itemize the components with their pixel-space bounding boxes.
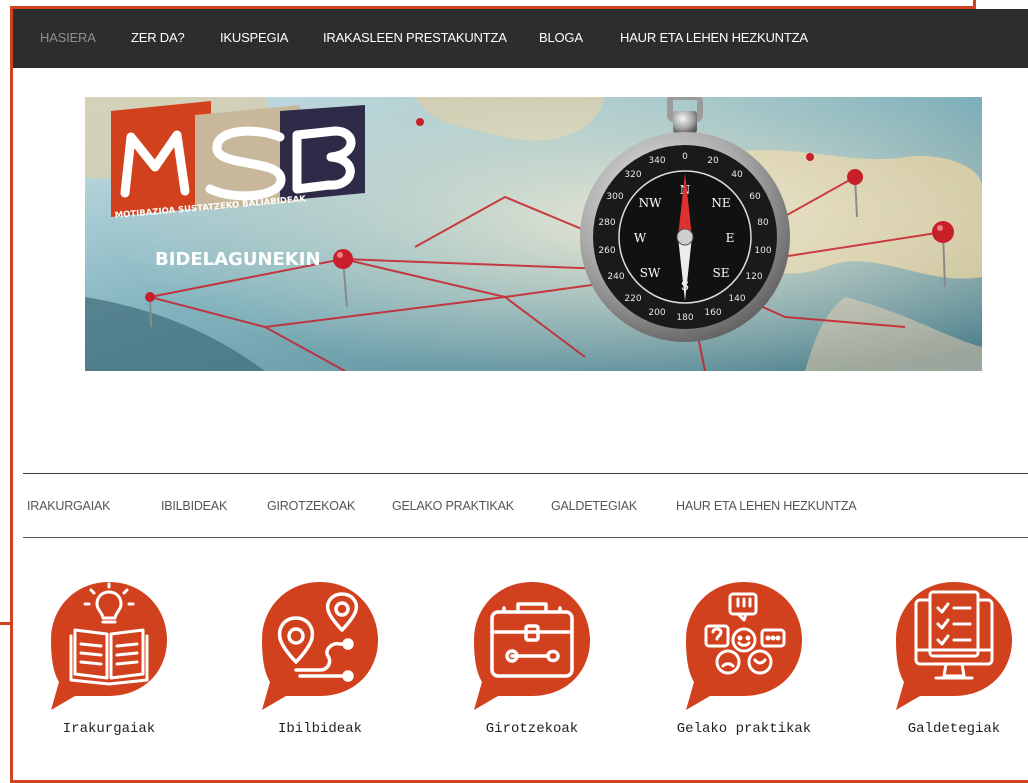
tile-label: Girotzekoak	[485, 721, 579, 737]
route-pins-icon	[262, 582, 378, 710]
svg-text:240: 240	[607, 272, 624, 282]
subnav-top-divider	[23, 473, 1028, 474]
tile-label: Ibilbideak	[277, 721, 362, 737]
subnav-gelako-praktikak[interactable]: GELAKO PRAKTIKAK	[392, 499, 514, 513]
nav-ikuspegia[interactable]: IKUSPEGIA	[220, 30, 288, 45]
svg-text:340: 340	[648, 156, 665, 166]
tile-label: Gelako praktikak	[676, 721, 812, 737]
frame-left-stub	[0, 622, 13, 625]
svg-text:40: 40	[731, 170, 743, 180]
svg-text:60: 60	[749, 192, 761, 202]
frame-left-line	[10, 6, 13, 783]
nav-zer-da[interactable]: ZER DA?	[131, 30, 185, 45]
svg-text:SW: SW	[640, 266, 661, 280]
svg-text:E: E	[726, 231, 735, 245]
svg-text:140: 140	[728, 294, 745, 304]
svg-text:80: 80	[757, 218, 769, 228]
svg-text:NE: NE	[711, 196, 730, 210]
speech-faces-icon	[686, 582, 802, 710]
svg-text:180: 180	[676, 313, 693, 323]
tile-galdetegiak[interactable]: Galdetegiak	[874, 578, 1028, 737]
tile-label: Galdetegiak	[907, 721, 1001, 737]
svg-text:SE: SE	[713, 266, 730, 280]
svg-text:280: 280	[598, 218, 615, 228]
subnav-irakurgaiak[interactable]: IRAKURGAIAK	[27, 499, 110, 513]
tile-irakurgaiak[interactable]: Irakurgaiak	[29, 578, 189, 737]
tile-label: Irakurgaiak	[62, 721, 156, 737]
banner-illustration: N NE E SE S SW W NW 0 20 40 60 80 100 12…	[85, 97, 982, 371]
tile-girotzekoak[interactable]: Girotzekoak	[452, 578, 612, 737]
frame-top-right-tick	[973, 0, 976, 9]
tile-ibilbideak[interactable]: Ibilbideak	[240, 578, 400, 737]
nav-hasiera[interactable]: HASIERA	[40, 30, 96, 45]
svg-text:300: 300	[606, 192, 623, 202]
book-lightbulb-icon	[51, 582, 167, 710]
hero-banner: N NE E SE S SW W NW 0 20 40 60 80 100 12…	[85, 97, 982, 371]
svg-text:0: 0	[682, 152, 688, 162]
svg-text:220: 220	[624, 294, 641, 304]
subnav-bottom-divider	[23, 537, 1028, 538]
svg-text:320: 320	[624, 170, 641, 180]
svg-text:W: W	[634, 231, 647, 245]
checklist-monitor-icon	[896, 582, 1012, 710]
tile-gelako-praktikak[interactable]: Gelako praktikak	[664, 578, 824, 737]
svg-text:200: 200	[648, 308, 665, 318]
svg-text:160: 160	[704, 308, 721, 318]
svg-text:120: 120	[745, 272, 762, 282]
svg-text:260: 260	[598, 246, 615, 256]
svg-text:20: 20	[707, 156, 719, 166]
svg-text:100: 100	[754, 246, 771, 256]
toolbox-icon	[474, 582, 590, 710]
nav-irakasleen-prestakuntza[interactable]: IRAKASLEEN PRESTAKUNTZA	[323, 30, 507, 45]
nav-bloga[interactable]: BLOGA	[539, 30, 583, 45]
subnav-haur-eta-lehen-hezkuntza[interactable]: HAUR ETA LEHEN HEZKUNTZA	[676, 499, 857, 513]
nav-haur-eta-lehen-hezkuntza[interactable]: HAUR ETA LEHEN HEZKUNTZA	[620, 30, 808, 45]
svg-text:BIDELAGUNEKIN: BIDELAGUNEKIN	[155, 249, 321, 270]
subnav-ibilbideak[interactable]: IBILBIDEAK	[161, 499, 227, 513]
svg-text:NW: NW	[639, 196, 663, 210]
subnav-galdetegiak[interactable]: GALDETEGIAK	[551, 499, 637, 513]
subnav-girotzekoak[interactable]: GIROTZEKOAK	[267, 499, 355, 513]
top-navigation: HASIERA ZER DA? IKUSPEGIA IRAKASLEEN PRE…	[13, 9, 1028, 68]
